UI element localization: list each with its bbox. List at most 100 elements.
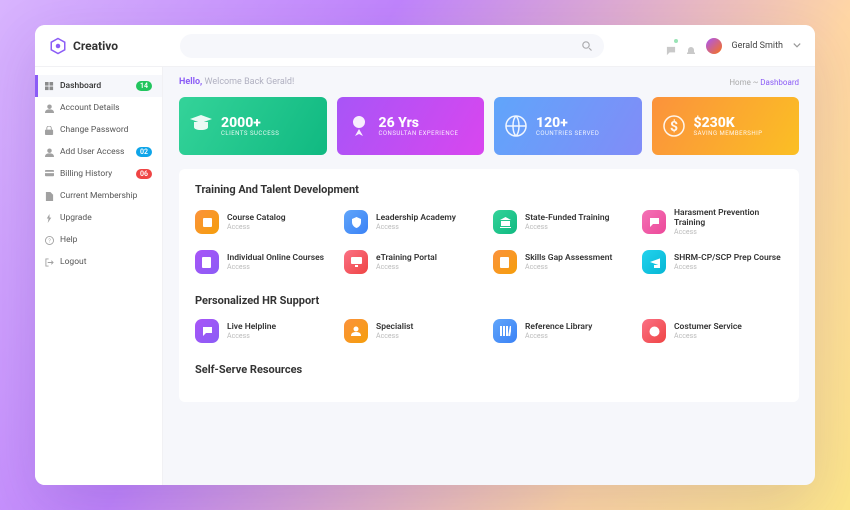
- welcome-text: Hello, Welcome Back Gerald!: [179, 77, 294, 87]
- card-sub: Access: [376, 223, 456, 231]
- sidebar-item-label: Help: [60, 235, 152, 245]
- sidebar-badge: 02: [136, 147, 152, 157]
- sidebar-badge: 06: [136, 169, 152, 179]
- stat-label: SAVING MEMBERSHIP: [694, 130, 763, 137]
- feature-card[interactable]: Live Helpline Access: [195, 319, 336, 343]
- sidebar-item-label: Dashboard: [60, 81, 130, 91]
- file-icon: [45, 192, 54, 201]
- user-plus-icon: [45, 148, 54, 157]
- feature-card[interactable]: SHRM-CP/SCP Prep Course Access: [642, 250, 783, 274]
- feature-card[interactable]: Skills Gap Assessment Access: [493, 250, 634, 274]
- notifications-icon[interactable]: [686, 41, 696, 51]
- sidebar-badge: 14: [136, 81, 152, 91]
- stat-card[interactable]: 26 Yrs CONSULTAN EXPERIENCE: [337, 97, 485, 155]
- content-panel: Training And Talent Development Course C…: [179, 169, 799, 402]
- lock-icon: [45, 126, 54, 135]
- feature-card[interactable]: Specialist Access: [344, 319, 485, 343]
- feature-card[interactable]: Course Catalog Access: [195, 208, 336, 236]
- card-sub: Access: [674, 228, 783, 236]
- chevron-down-icon[interactable]: [793, 42, 801, 50]
- hello-row: Hello, Welcome Back Gerald! Home ~ Dashb…: [163, 67, 815, 97]
- card-name: Leadership Academy: [376, 213, 456, 223]
- logout-icon: [45, 258, 54, 267]
- stat-label: COUNTRIES SERVED: [536, 130, 599, 137]
- feature-card[interactable]: Costumer Service Access: [642, 319, 783, 343]
- topbar: Creativo Gerald Smith: [35, 25, 815, 67]
- card-sub: Access: [525, 223, 609, 231]
- card-sub: Access: [674, 263, 781, 271]
- sidebar-item-current-membership[interactable]: Current Membership: [35, 185, 162, 207]
- card-sub: Access: [376, 332, 413, 340]
- card-grid: Course Catalog Access Leadership Academy…: [195, 208, 783, 274]
- stat-label: CLIENTS SUCCESS: [221, 130, 279, 137]
- search-input[interactable]: [180, 34, 603, 58]
- section-title: Self-Serve Resources: [195, 363, 783, 376]
- card-name: State-Funded Training: [525, 213, 609, 223]
- sidebar-item-label: Billing History: [60, 169, 130, 179]
- stat-card[interactable]: $230K SAVING MEMBERSHIP: [652, 97, 800, 155]
- logo[interactable]: Creativo: [49, 37, 118, 55]
- card-sub: Access: [674, 332, 742, 340]
- user-icon: [344, 319, 368, 343]
- breadcrumb: Home ~ Dashboard: [729, 78, 799, 87]
- feature-card[interactable]: State-Funded Training Access: [493, 208, 634, 236]
- card-name: Individual Online Courses: [227, 253, 324, 263]
- sidebar-item-add-user-access[interactable]: Add User Access 02: [35, 141, 162, 163]
- avatar[interactable]: [706, 38, 722, 54]
- feature-card[interactable]: Harasment Prevention Training Access: [642, 208, 783, 236]
- card-name: Course Catalog: [227, 213, 286, 223]
- chat-icon: [195, 319, 219, 343]
- card-name: Costumer Service: [674, 322, 742, 332]
- search-icon: [582, 41, 592, 51]
- monitor-icon: [344, 250, 368, 274]
- sidebar-item-help[interactable]: Help: [35, 229, 162, 251]
- stat-card[interactable]: 120+ COUNTRIES SERVED: [494, 97, 642, 155]
- stat-value: 120+: [536, 116, 599, 130]
- card-name: eTraining Portal: [376, 253, 437, 263]
- card-icon: [45, 170, 54, 179]
- sidebar-item-change-password[interactable]: Change Password: [35, 119, 162, 141]
- sidebar-item-label: Account Details: [60, 103, 152, 113]
- sidebar: Dashboard 14 Account Details Change Pass…: [35, 67, 163, 485]
- sidebar-item-account-details[interactable]: Account Details: [35, 97, 162, 119]
- feature-card[interactable]: Reference Library Access: [493, 319, 634, 343]
- card-sub: Access: [227, 223, 286, 231]
- feature-card[interactable]: Leadership Academy Access: [344, 208, 485, 236]
- card-name: Live Helpline: [227, 322, 276, 332]
- user-name: Gerald Smith: [732, 41, 784, 51]
- feature-card[interactable]: eTraining Portal Access: [344, 250, 485, 274]
- card-sub: Access: [227, 263, 324, 271]
- user-icon: [45, 104, 54, 113]
- feature-card[interactable]: Individual Online Courses Access: [195, 250, 336, 274]
- globe-icon: [504, 114, 528, 138]
- ribbon-icon: [347, 114, 371, 138]
- help-icon: [45, 236, 54, 245]
- sidebar-item-dashboard[interactable]: Dashboard 14: [35, 75, 162, 97]
- sidebar-item-label: Change Password: [60, 125, 152, 135]
- stat-value: 2000+: [221, 116, 279, 130]
- sidebar-item-billing-history[interactable]: Billing History 06: [35, 163, 162, 185]
- shield-icon: [344, 210, 368, 234]
- main-content: Hello, Welcome Back Gerald! Home ~ Dashb…: [163, 67, 815, 485]
- card-name: SHRM-CP/SCP Prep Course: [674, 253, 781, 263]
- section-title: Training And Talent Development: [195, 183, 783, 196]
- card-name: Skills Gap Assessment: [525, 253, 612, 263]
- stat-card[interactable]: 2000+ CLIENTS SUCCESS: [179, 97, 327, 155]
- stat-value: 26 Yrs: [379, 116, 459, 130]
- card-sub: Access: [376, 263, 437, 271]
- messages-icon[interactable]: [666, 41, 676, 51]
- stat-value: $230K: [694, 116, 763, 130]
- sidebar-item-upgrade[interactable]: Upgrade: [35, 207, 162, 229]
- grad-icon: [189, 114, 213, 138]
- sidebar-item-logout[interactable]: Logout: [35, 251, 162, 273]
- chat-icon: [642, 210, 666, 234]
- card-name: Specialist: [376, 322, 413, 332]
- app-window: Creativo Gerald Smith Dashboard 14 Accou…: [35, 25, 815, 485]
- stat-cards: 2000+ CLIENTS SUCCESS 26 Yrs CONSULTAN E…: [163, 97, 815, 155]
- stat-label: CONSULTAN EXPERIENCE: [379, 130, 459, 137]
- grid-icon: [45, 82, 54, 91]
- top-actions: Gerald Smith: [666, 38, 802, 54]
- sidebar-item-label: Upgrade: [60, 213, 152, 223]
- book-icon: [195, 210, 219, 234]
- card-sub: Access: [227, 332, 276, 340]
